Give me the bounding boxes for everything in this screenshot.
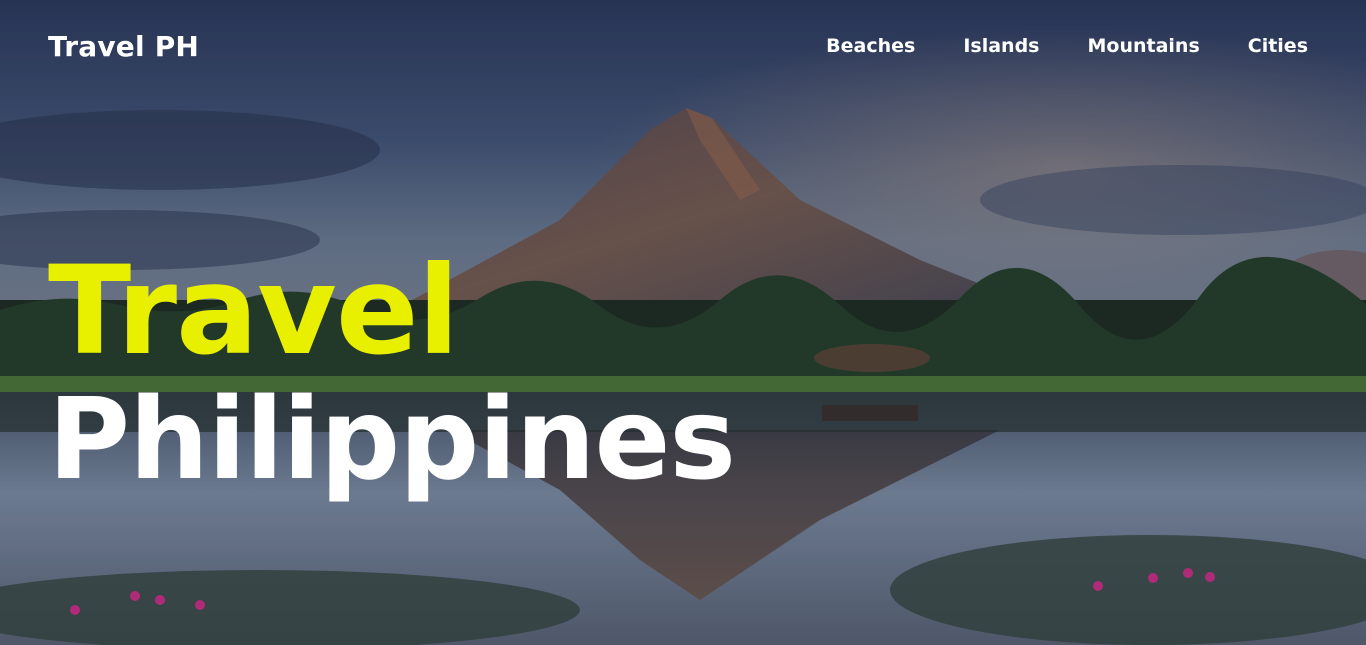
main-nav: Beaches Islands Mountains Cities bbox=[826, 35, 1308, 57]
nav-link-cities[interactable]: Cities bbox=[1248, 35, 1308, 57]
nav-link-islands[interactable]: Islands bbox=[963, 35, 1039, 57]
nav-link-beaches[interactable]: Beaches bbox=[826, 35, 915, 57]
top-navbar: Travel PH Beaches Islands Mountains Citi… bbox=[0, 0, 1366, 92]
nav-link-mountains[interactable]: Mountains bbox=[1087, 35, 1199, 57]
hero-title-line-2: Philippines bbox=[48, 375, 736, 505]
brand-logo-link[interactable]: Travel PH bbox=[48, 30, 199, 63]
hero-title-line-1: Travel bbox=[48, 240, 459, 382]
hero-headline: Travel Philippines bbox=[48, 240, 736, 505]
